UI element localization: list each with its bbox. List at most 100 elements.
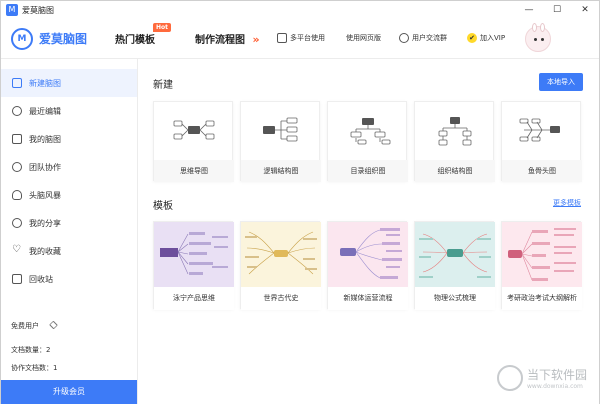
- new-directory-chart-card[interactable]: 目录组织图: [327, 101, 408, 182]
- sidebar-item-label: 我的脑图: [29, 134, 61, 144]
- logo-text: 爱莫脑图: [39, 32, 88, 46]
- sidebar-item-label: 新建脑图: [29, 78, 61, 88]
- collab-count-value: 1: [53, 364, 58, 372]
- upgrade-button[interactable]: 升级会员: [1, 380, 137, 404]
- card-label: 思维导图: [154, 160, 234, 182]
- web-version-label: 使用网页版: [346, 34, 381, 42]
- template-label: 考研政治考试大纲解析: [502, 287, 582, 310]
- template-card[interactable]: 泳宁产品思维: [153, 221, 234, 310]
- multi-platform-link[interactable]: 多平台使用: [277, 33, 325, 43]
- sidebar: 新建脑图 最近编辑 我的脑图 团队协作 头脑风暴 我的分享 ♡ 我的收藏 回收站: [1, 59, 138, 404]
- sidebar-item-new[interactable]: 新建脑图: [1, 69, 137, 97]
- doc-count-value: 2: [46, 346, 51, 354]
- more-templates-link[interactable]: 更多模板: [553, 198, 581, 208]
- watermark-en: www.downxia.com: [527, 383, 583, 390]
- new-fishbone-card[interactable]: 鱼骨头图: [501, 101, 582, 182]
- card-label: 逻辑结构图: [241, 160, 321, 182]
- template-thumbnail: [502, 222, 582, 287]
- sidebar-item-label: 我的分享: [29, 218, 61, 228]
- heart-icon: ♡: [12, 244, 21, 255]
- avatar-eye-right: [541, 38, 544, 41]
- sidebar-item-favorites[interactable]: ♡ 我的收藏: [1, 237, 137, 265]
- avatar-ear-right: [540, 23, 545, 32]
- new-section-title: 新建: [153, 80, 173, 91]
- collab-count: 协作文档数：1: [11, 363, 57, 373]
- window-controls: — ☐ ✕: [515, 1, 599, 19]
- sidebar-item-label: 我的收藏: [29, 246, 61, 256]
- title-bar: M 爱莫脑图 — ☐ ✕: [1, 1, 599, 19]
- new-mindmap-card[interactable]: 思维导图: [153, 101, 234, 182]
- team-icon: [12, 162, 22, 172]
- template-label: 新媒体运营流程: [328, 287, 408, 310]
- maximize-button[interactable]: ☐: [543, 1, 571, 19]
- watermark-text: 当下软件园 www.downxia.com: [527, 366, 587, 390]
- local-import-button[interactable]: 本地导入: [539, 73, 583, 91]
- window-title: 爱莫脑图: [22, 5, 54, 15]
- user-type: 免费用户: [11, 320, 59, 331]
- web-version-link[interactable]: 使用网页版: [346, 33, 381, 43]
- multi-platform-label: 多平台使用: [290, 34, 325, 42]
- directory-chart-icon: [350, 118, 391, 145]
- diamond-icon: [49, 320, 59, 330]
- doc-count-label: 文档数量：: [11, 346, 46, 354]
- logo-icon: M: [11, 27, 33, 50]
- template-thumbnail: [415, 222, 495, 287]
- minimize-button[interactable]: —: [515, 1, 543, 19]
- watermark-logo-icon: [497, 365, 523, 391]
- template-thumbnail: [241, 222, 321, 287]
- user-group-label: 用户交流群: [412, 34, 447, 42]
- share-icon: [12, 218, 22, 228]
- nav-hot-label: 热门模板: [115, 35, 155, 46]
- nav-flow-label: 制作流程图: [195, 35, 245, 46]
- clock-icon: [12, 106, 22, 116]
- main-content: 新建 本地导入 思维导图 逻辑结构图 目录组织图 组织结构图 鱼骨头图 模板 更…: [138, 59, 599, 404]
- avatar-ear-left: [532, 23, 537, 32]
- sidebar-item-label: 最近编辑: [29, 106, 61, 116]
- top-header: M 爱莫脑图 热门模板 Hot 制作流程图 » 多平台使用 使用网页版 用户交流…: [1, 19, 599, 59]
- template-label: 世界古代史: [241, 287, 321, 310]
- template-label: 物理公式梳理: [415, 287, 495, 310]
- new-org-chart-card[interactable]: 组织结构图: [414, 101, 495, 182]
- app-window: M 爱莫脑图 — ☐ ✕ M 爱莫脑图 热门模板 Hot 制作流程图 » 多平台…: [0, 0, 600, 404]
- vip-icon: ✔: [467, 33, 477, 43]
- template-label: 泳宁产品思维: [154, 287, 234, 310]
- template-card[interactable]: 考研政治考试大纲解析: [501, 221, 582, 310]
- devices-icon: [277, 33, 287, 43]
- org-chart-icon: [438, 117, 472, 146]
- card-label: 鱼骨头图: [502, 160, 582, 182]
- user-type-label: 免费用户: [11, 322, 39, 330]
- fishbone-diagram-icon: [519, 118, 560, 142]
- template-card[interactable]: 世界古代史: [240, 221, 321, 310]
- logic-chart-icon: [263, 117, 298, 142]
- sidebar-item-team[interactable]: 团队协作: [1, 153, 137, 181]
- doc-count: 文档数量：2: [11, 345, 50, 355]
- card-label: 目录组织图: [328, 160, 408, 182]
- template-section-title: 模板: [153, 201, 173, 212]
- chat-group-icon: [399, 33, 409, 43]
- nav-hot-templates[interactable]: 热门模板 Hot: [115, 23, 172, 46]
- sidebar-item-trash[interactable]: 回收站: [1, 265, 137, 293]
- collab-count-label: 协作文档数：: [11, 364, 53, 372]
- join-vip-label: 加入VIP: [480, 34, 506, 42]
- sidebar-item-brainstorm[interactable]: 头脑风暴: [1, 181, 137, 209]
- user-group-link[interactable]: 用户交流群: [399, 33, 447, 43]
- sidebar-item-label: 头脑风暴: [29, 190, 61, 200]
- close-button[interactable]: ✕: [571, 1, 599, 19]
- new-logic-chart-card[interactable]: 逻辑结构图: [240, 101, 321, 182]
- avatar-eye-left: [534, 38, 537, 41]
- hot-badge: Hot: [153, 23, 172, 32]
- new-file-icon: [12, 78, 22, 88]
- card-label: 组织结构图: [415, 160, 495, 182]
- sidebar-item-recent[interactable]: 最近编辑: [1, 97, 137, 125]
- join-vip-link[interactable]: ✔ 加入VIP: [467, 33, 505, 43]
- template-thumbnail: [154, 222, 234, 287]
- template-card[interactable]: 物理公式梳理: [414, 221, 495, 310]
- nav-make-flowchart[interactable]: 制作流程图 »: [195, 31, 260, 46]
- template-card[interactable]: 新媒体运营流程: [327, 221, 408, 310]
- sidebar-item-my-maps[interactable]: 我的脑图: [1, 125, 137, 153]
- bulb-icon: [12, 190, 22, 200]
- watermark: 当下软件园 www.downxia.com: [497, 365, 587, 391]
- watermark-cn: 当下软件园: [527, 368, 588, 382]
- avatar[interactable]: [525, 23, 551, 52]
- sidebar-item-share[interactable]: 我的分享: [1, 209, 137, 237]
